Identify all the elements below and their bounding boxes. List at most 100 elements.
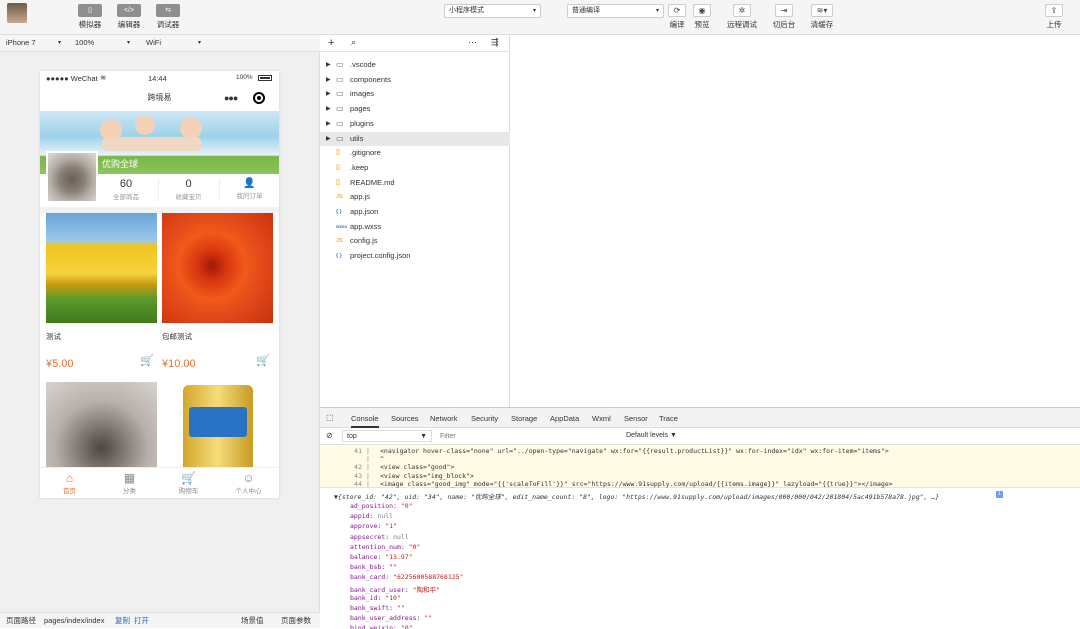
- file-tree-item[interactable]: { } app.json: [320, 205, 510, 220]
- close-capsule-icon[interactable]: [253, 92, 265, 104]
- product-card[interactable]: 测试 ¥5.00: [46, 213, 157, 370]
- file-tree-item[interactable]: ▯ .gitignore: [320, 146, 510, 161]
- remote-debug-button[interactable]: ✲ 远程调试: [725, 4, 759, 30]
- copy-link[interactable]: 复制: [115, 613, 130, 628]
- object-property: bank_id: "10": [350, 593, 401, 602]
- object-property: appid: null: [350, 512, 394, 521]
- object-property: bank_swift: "": [350, 604, 405, 612]
- banner-baby-image: [102, 137, 202, 151]
- product-card[interactable]: 包邮测试 ¥10.00: [162, 213, 273, 370]
- property-value: null: [393, 532, 409, 541]
- scene-value-button[interactable]: 场景值: [241, 613, 264, 628]
- devtools-tab-sources[interactable]: Sources: [391, 414, 419, 423]
- mode-select[interactable]: 小程序模式 ▾: [444, 4, 541, 18]
- background-button[interactable]: ⇥ 切后台: [769, 4, 799, 30]
- tab-cart[interactable]: 🛒 购物车: [159, 471, 218, 495]
- user-avatar[interactable]: [7, 3, 27, 23]
- device-model-select[interactable]: iPhone 7 ▾: [6, 38, 66, 47]
- code-line-number: 42: [354, 463, 362, 472]
- file-name: .vscode: [350, 60, 376, 69]
- bug-icon: ✲: [733, 4, 751, 17]
- chevron-down-icon: ▼: [420, 433, 427, 440]
- carrier-label: ●●●●● WeChat: [46, 74, 98, 83]
- property-key: bank_swift: [350, 604, 390, 612]
- refresh-icon: ⟳: [668, 4, 686, 17]
- property-value: "0": [400, 502, 413, 510]
- devtools-tab-wxml[interactable]: Wxml: [592, 414, 611, 423]
- file-tree-item[interactable]: JS app.js: [320, 190, 510, 205]
- editor-area[interactable]: [511, 35, 1080, 407]
- upload-button[interactable]: ⇪ 上传: [1041, 4, 1067, 30]
- compile-mode-select[interactable]: 普通编译 ▾: [567, 4, 664, 18]
- file-tree-item[interactable]: ▶ ▭ utils: [320, 131, 510, 147]
- zoom-select[interactable]: 100% ▾: [75, 38, 135, 47]
- add-to-cart-icon[interactable]: 🛒: [256, 354, 270, 367]
- home-icon: ⌂: [65, 471, 74, 485]
- devtools-tab-console[interactable]: Console: [351, 414, 379, 428]
- more-icon[interactable]: ●●●: [224, 85, 238, 111]
- stat-my-orders[interactable]: 👤 我的订单: [219, 178, 279, 200]
- js-file-icon: JS: [336, 194, 343, 201]
- add-to-cart-icon[interactable]: 🛒: [140, 354, 154, 367]
- top-toolbar: ▯ 模拟器 </> 编辑器 ⇆ 调试器 小程序模式 ▾ 普通编译 ▾ ⟳ 编译 ◉ …: [0, 0, 1080, 35]
- devtools-tab-sensor[interactable]: Sensor: [624, 414, 648, 423]
- file-tree-item[interactable]: wxss app.wxss: [320, 220, 510, 235]
- inspect-icon[interactable]: ⬚: [326, 413, 334, 422]
- file-tree-item[interactable]: JS config.js: [320, 234, 510, 249]
- devtools-tab-appdata[interactable]: AppData: [550, 414, 579, 423]
- file-tree-item[interactable]: ▯ .keep: [320, 161, 510, 176]
- log-levels-select[interactable]: Default levels ▼: [626, 432, 677, 439]
- file-tree-item[interactable]: ▶ ▭ .vscode: [320, 58, 510, 73]
- property-key: bank_id: [350, 593, 378, 602]
- object-summary[interactable]: ▼{store_id: "42", uid: "34", name: "优购全球…: [334, 491, 939, 501]
- open-link[interactable]: 打开: [134, 613, 149, 628]
- compile-button[interactable]: ⟳ 编译: [664, 4, 690, 30]
- devtools-tab-storage[interactable]: Storage: [511, 414, 537, 423]
- tab-category[interactable]: ▦ 分类: [100, 471, 159, 495]
- stat-favorites[interactable]: 0 收藏宝贝: [158, 178, 218, 201]
- clear-console-icon[interactable]: ⊘: [326, 431, 333, 440]
- tab-profile[interactable]: ☺ 个人中心: [219, 471, 278, 495]
- simulator-toggle-button[interactable]: ▯ 模拟器: [77, 4, 103, 30]
- file-tree-item[interactable]: { } project.config.json: [320, 249, 510, 264]
- preview-button[interactable]: ◉ 预览: [689, 4, 715, 30]
- cart-icon: 🛒: [181, 471, 196, 485]
- file-name: app.wxss: [350, 221, 382, 231]
- property-key: appid: [350, 512, 370, 521]
- devtools-tab-security[interactable]: Security: [471, 414, 498, 423]
- page-params-button[interactable]: 页面参数: [281, 613, 311, 628]
- file-icon: ▯: [336, 149, 340, 157]
- property-key: bank_user_address: [350, 614, 417, 623]
- json-file-icon: { }: [336, 209, 342, 215]
- object-property: balance: "13.97": [350, 553, 413, 561]
- code-line-number: 41: [354, 447, 362, 455]
- property-value: "": [396, 604, 405, 612]
- debugger-toggle-button[interactable]: ⇆ 调试器: [154, 4, 182, 30]
- property-value: "6225600588768125": [393, 573, 464, 582]
- file-tree-item[interactable]: ▯ README.md: [320, 176, 510, 191]
- more-icon[interactable]: ···: [468, 37, 477, 47]
- property-key: bind_weixin: [350, 624, 394, 629]
- context-select[interactable]: top ▼: [342, 430, 432, 442]
- clear-cache-button[interactable]: ≋▾ 清缓存: [807, 4, 837, 30]
- devtools-tab-network[interactable]: Network: [430, 414, 458, 423]
- file-tree-item[interactable]: ▶ ▭ components: [320, 73, 510, 88]
- devtools-tab-trace[interactable]: Trace: [659, 414, 678, 423]
- code-line-number: 43: [354, 471, 362, 480]
- property-key: approve: [350, 522, 378, 531]
- network-select[interactable]: WiFi ▾: [146, 38, 206, 47]
- console-filter-input[interactable]: [438, 430, 618, 442]
- collapse-icon[interactable]: ⇶: [491, 37, 499, 48]
- editor-toggle-button[interactable]: </> 编辑器: [115, 4, 143, 30]
- search-icon[interactable]: ⌕: [351, 37, 356, 48]
- user-icon: 👤: [243, 178, 256, 189]
- file-tree-item[interactable]: ▶ ▭ plugins: [320, 117, 510, 132]
- property-value: "0": [408, 542, 421, 551]
- plus-icon[interactable]: +: [328, 37, 334, 49]
- tab-home[interactable]: ⌂ 首页: [40, 471, 99, 495]
- chevron-right-icon: ▶: [326, 76, 331, 83]
- file-name: components: [350, 74, 391, 84]
- file-tree-item[interactable]: ▶ ▭ pages: [320, 102, 510, 117]
- file-tree-item[interactable]: ▶ ▭ images: [320, 87, 510, 102]
- stat-all-goods[interactable]: 60 全部商品: [96, 178, 156, 201]
